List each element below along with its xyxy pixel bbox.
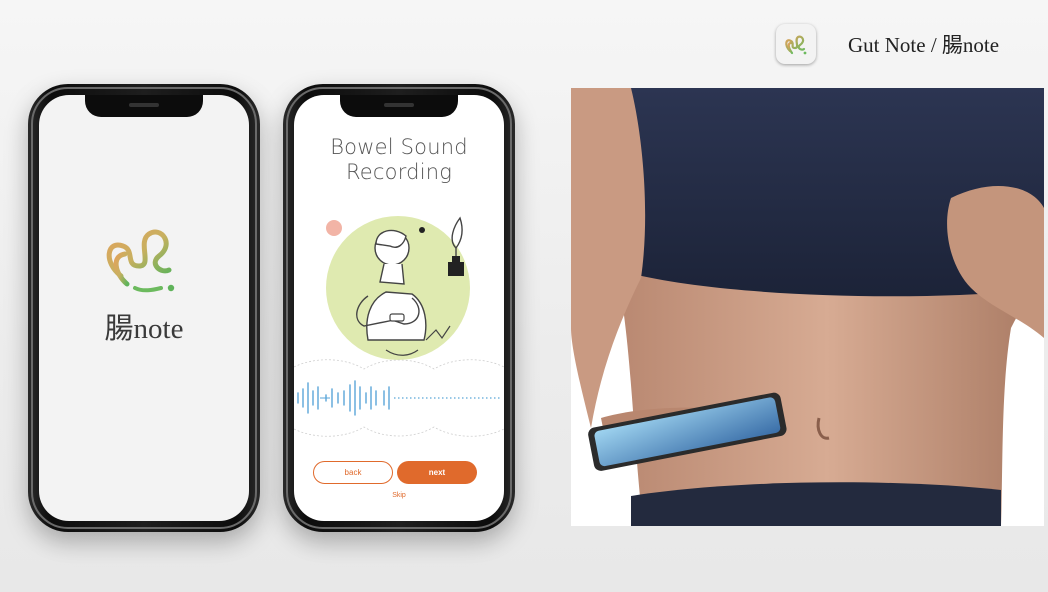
gut-note-logo-icon: [106, 229, 175, 293]
title-line-1: Bowel Sound: [330, 135, 468, 159]
gut-note-logo-icon: [776, 24, 816, 64]
phone-recording: Bowel Sound Recording back next Skip: [283, 84, 515, 532]
phone-notch: [85, 95, 203, 117]
back-button[interactable]: back: [313, 461, 393, 484]
recording-screen: Bowel Sound Recording back next Skip: [294, 95, 504, 521]
skip-link[interactable]: Skip: [294, 492, 504, 499]
brand-title: Gut Note / 腸note: [848, 33, 1000, 57]
splash-screen: 腸note: [39, 95, 249, 521]
sound-waveform: [294, 359, 504, 437]
person-illustration: [326, 216, 470, 360]
brand-header: Gut Note / 腸note: [776, 22, 1038, 66]
phone-notch: [340, 95, 458, 117]
title-line-2: Recording: [345, 160, 453, 184]
next-button[interactable]: next: [397, 461, 477, 484]
screen-title: Bowel Sound Recording: [294, 135, 504, 185]
abdomen-photo: [571, 88, 1044, 526]
app-name: 腸note: [104, 313, 184, 345]
phone-splash: 腸note: [28, 84, 260, 532]
